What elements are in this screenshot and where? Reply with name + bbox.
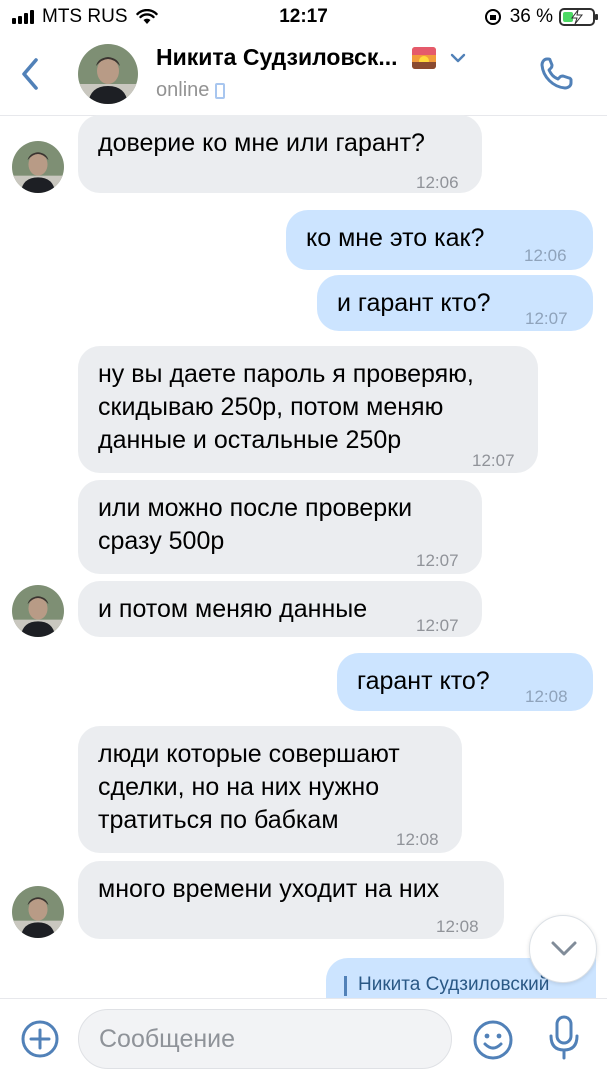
battery-percent: 36 % — [509, 6, 553, 27]
microphone-icon[interactable] — [548, 1015, 580, 1061]
online-status: online — [156, 79, 210, 101]
message-time: 12:07 — [416, 551, 459, 570]
scroll-down-chevron-icon — [551, 941, 577, 956]
message-text: и потом меняю данные — [98, 593, 367, 626]
contact-name: Никита Судзиловск... — [156, 44, 398, 70]
battery-icon — [559, 8, 598, 26]
message-time: 12:08 — [525, 687, 568, 706]
message-time: 12:07 — [525, 309, 568, 328]
avatar[interactable] — [12, 585, 64, 637]
message-line: много времени уходит на них — [98, 875, 440, 903]
sunset-emoji-icon — [411, 46, 436, 69]
message-line: доверие ко мне или гарант? — [98, 129, 425, 157]
avatar[interactable] — [12, 886, 64, 938]
chat-header: Никита Судзиловск... online — [0, 32, 607, 116]
reply-quote-bar — [344, 976, 347, 996]
message-text: доверие ко мне или гарант? — [98, 127, 425, 160]
status-bar: MTS RUS 12:17 36 % — [0, 0, 607, 32]
message-time: 12:06 — [416, 173, 459, 192]
message-outgoing[interactable]: и гарант кто? 12:07 — [317, 275, 593, 331]
dropdown-chevron-icon[interactable] — [450, 53, 466, 63]
orientation-lock-icon — [484, 9, 501, 25]
message-text: и гарант кто? — [337, 287, 491, 320]
reply-author: Никита Судзиловский — [358, 974, 550, 995]
message-time: 12:08 — [436, 917, 479, 936]
message-line: гарант кто? — [357, 667, 490, 695]
contact-avatar[interactable] — [78, 44, 138, 104]
composer — [0, 998, 607, 1080]
smiley-icon[interactable] — [472, 1019, 514, 1061]
message-time: 12:08 — [396, 830, 439, 849]
message-text: ну вы даете пароль я проверяю, скидываю … — [98, 358, 474, 457]
message-line: ко мне это как? — [306, 224, 485, 252]
phone-icon[interactable] — [536, 54, 576, 94]
message-incoming[interactable]: ну вы даете пароль я проверяю, скидываю … — [78, 346, 538, 473]
contact-title[interactable]: Никита Судзиловск... online — [156, 44, 516, 102]
message-line: сразу 500р — [98, 527, 225, 555]
message-line: сделки, но на них нужно — [98, 773, 380, 801]
message-time: 12:07 — [416, 616, 459, 635]
message-incoming[interactable]: и потом меняю данные 12:07 — [78, 581, 482, 637]
status-bar-right: 36 % — [484, 6, 598, 28]
back-chevron-icon[interactable] — [14, 54, 48, 94]
message-text: ко мне это как? — [306, 222, 484, 255]
message-line: данные и остальные 250р — [98, 426, 402, 454]
message-line: тратиться по бабкам — [98, 806, 339, 834]
message-line: или можно после проверки — [98, 494, 413, 522]
message-time: 12:07 — [472, 451, 515, 470]
title-row: Никита Судзиловск... — [156, 44, 516, 71]
message-line: люди которые совершают — [98, 740, 400, 768]
mobile-device-icon — [215, 82, 226, 99]
message-text: или можно после проверки сразу 500р — [98, 492, 412, 558]
online-row: online — [156, 79, 516, 102]
plus-circle-icon[interactable] — [20, 1019, 60, 1059]
message-line: ну вы даете пароль я проверяю, — [98, 360, 474, 388]
message-incoming[interactable]: люди которые совершают сделки, но на них… — [78, 726, 462, 853]
message-text: много времени уходит на них — [98, 873, 439, 906]
message-line: и потом меняю данные — [98, 595, 368, 623]
message-line: и гарант кто? — [337, 289, 491, 317]
message-outgoing[interactable]: гарант кто? 12:08 — [337, 653, 593, 711]
message-incoming[interactable]: много времени уходит на них 12:08 — [78, 861, 504, 939]
message-text: люди которые совершают сделки, но на них… — [98, 738, 400, 837]
message-incoming[interactable]: доверие ко мне или гарант? 12:06 — [78, 115, 482, 193]
avatar[interactable] — [12, 141, 64, 193]
message-time: 12:06 — [524, 246, 567, 265]
message-text: гарант кто? — [357, 665, 490, 698]
message-input[interactable] — [78, 1009, 452, 1069]
message-incoming[interactable]: или можно после проверки сразу 500р 12:0… — [78, 480, 482, 574]
message-outgoing[interactable]: ко мне это как? 12:06 — [286, 210, 593, 270]
scroll-to-bottom-button[interactable] — [529, 915, 597, 983]
message-line: скидываю 250р, потом меняю — [98, 393, 444, 421]
